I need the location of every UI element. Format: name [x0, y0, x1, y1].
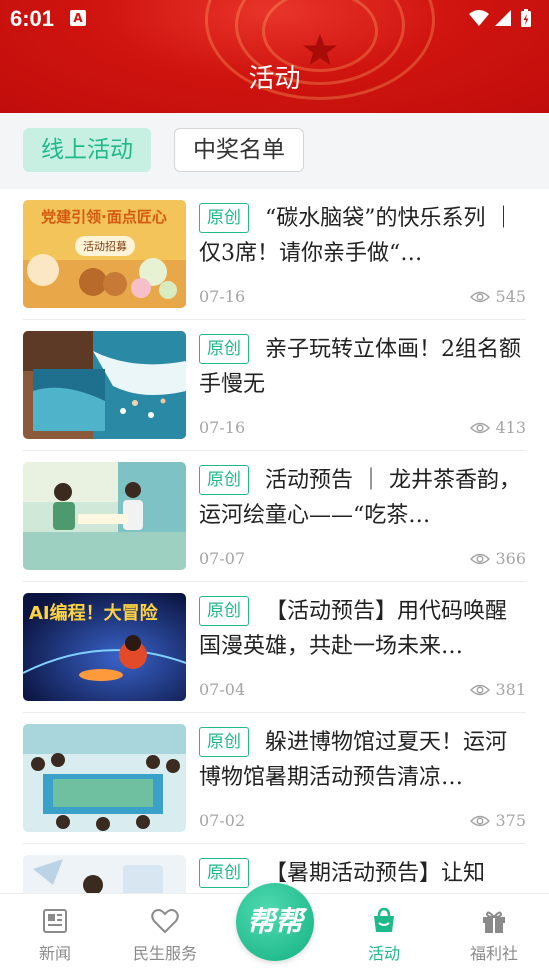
article-thumbnail	[23, 462, 186, 570]
list-item[interactable]: 亲子玩转立体画！2组名额手慢无 原创 07-16 413	[23, 320, 526, 451]
article-date: 07-02	[199, 811, 246, 830]
view-count: 545	[470, 287, 526, 306]
nav-services[interactable]: 民生服务	[110, 906, 220, 964]
view-count: 381	[470, 680, 526, 699]
eye-icon	[470, 422, 491, 433]
original-badge: 原创	[199, 465, 249, 495]
view-count-value: 375	[495, 811, 526, 830]
view-count-value: 545	[495, 287, 526, 306]
article-date: 07-07	[199, 549, 246, 568]
shopping-bag-icon	[374, 907, 394, 932]
help-center-button[interactable]: 帮帮	[236, 883, 314, 961]
tab-bar: 线上活动 中奖名单	[0, 113, 549, 189]
view-count: 413	[470, 418, 526, 437]
view-count-value: 366	[495, 549, 526, 568]
view-count: 375	[470, 811, 526, 830]
thumb-headline: AI编程！大冒险	[29, 602, 159, 624]
article-thumbnail	[23, 331, 186, 439]
eye-icon	[470, 291, 491, 302]
nav-activities-label: 活动	[367, 944, 400, 963]
view-count: 366	[470, 549, 526, 568]
nav-news[interactable]: 新闻	[0, 906, 110, 964]
battery-icon	[521, 9, 531, 27]
view-count-value: 381	[495, 680, 526, 699]
status-bar: 6:01 A	[0, 0, 549, 38]
original-badge: 原创	[199, 727, 249, 757]
article-thumbnail: AI编程！大冒险	[23, 593, 186, 701]
list-item[interactable]: 躲进博物馆过夏天！运河博物馆暑期活动预告清凉… 原创 07-02 375	[23, 713, 526, 844]
nav-welfare-label: 福利社	[469, 944, 518, 963]
article-date: 07-16	[199, 418, 246, 437]
heart-icon	[151, 909, 179, 934]
article-thumbnail	[23, 724, 186, 832]
original-badge: 原创	[199, 596, 249, 626]
nav-news-label: 新闻	[38, 944, 71, 963]
header: 6:01 A 活动	[0, 0, 549, 113]
status-icons	[469, 9, 531, 27]
list-item[interactable]: 党建引领·面点匠心 活动招募 “碳水脑袋”的快乐系列 ｜ 仅3席！请你亲手做“……	[23, 189, 526, 320]
wifi-icon	[469, 10, 489, 26]
article-date: 07-04	[199, 680, 246, 699]
nav-welfare[interactable]: 福利社	[439, 906, 549, 964]
tab-online-activities[interactable]: 线上活动	[23, 128, 151, 172]
thumb-headline: 党建引领·面点匠心	[41, 208, 167, 226]
thumb-subhead: 活动招募	[83, 239, 127, 253]
eye-icon	[470, 684, 491, 695]
article-thumbnail: 党建引领·面点匠心 活动招募	[23, 200, 186, 308]
original-badge: 原创	[199, 203, 249, 233]
page-title: 活动	[248, 64, 301, 94]
notification-icon: A	[70, 10, 86, 26]
original-badge: 原创	[199, 334, 249, 364]
newspaper-icon	[43, 909, 67, 933]
list-item[interactable]: 活动预告 ｜ 龙井茶香韵，运河绘童心——“吃茶… 原创 07-07 366	[23, 451, 526, 582]
status-time: 6:01	[10, 6, 55, 31]
nav-activities[interactable]: 活动	[329, 906, 439, 964]
eye-icon	[470, 815, 491, 826]
original-badge: 原创	[199, 858, 249, 888]
view-count-value: 413	[495, 418, 526, 437]
nav-services-label: 民生服务	[132, 944, 197, 963]
list-item[interactable]: AI编程！大冒险 【活动预告】用代码唤醒国漫英雄，共赴一场未来… 原创 07-0…	[23, 582, 526, 713]
tab-winners-list[interactable]: 中奖名单	[174, 128, 304, 172]
eye-icon	[470, 553, 491, 564]
signal-icon	[495, 10, 511, 26]
gift-icon	[483, 911, 505, 933]
article-date: 07-16	[199, 287, 246, 306]
